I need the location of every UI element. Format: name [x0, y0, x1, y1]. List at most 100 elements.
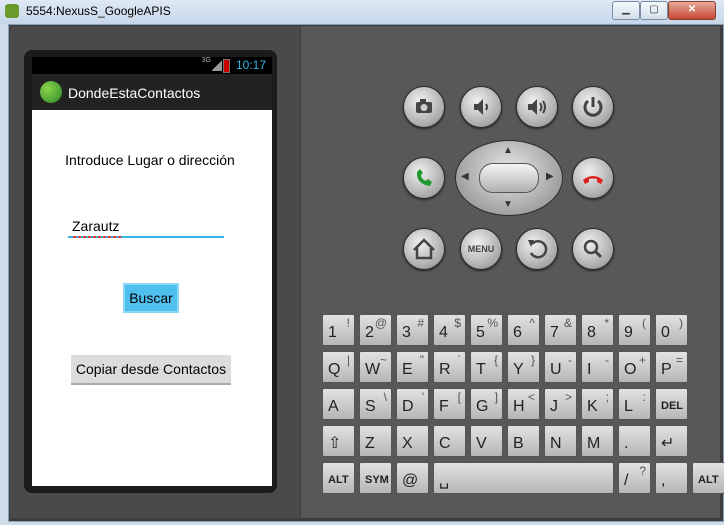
key-label: 0: [661, 324, 670, 341]
key-label: H: [513, 398, 525, 415]
search-icon[interactable]: [572, 228, 614, 270]
key-enter[interactable]: ↵: [655, 425, 688, 457]
key-b[interactable]: B: [507, 425, 540, 457]
key-w[interactable]: W ~: [359, 351, 392, 383]
key-j[interactable]: J >: [544, 388, 577, 420]
key-g[interactable]: G]: [470, 388, 503, 420]
maximize-button[interactable]: ▢: [640, 1, 668, 20]
key-label: F: [439, 398, 449, 415]
key-r[interactable]: R `: [433, 351, 466, 383]
key-m[interactable]: M: [581, 425, 614, 457]
key-label: L: [624, 398, 633, 415]
key-2[interactable]: 2 @: [359, 314, 392, 346]
key-v[interactable]: V: [470, 425, 503, 457]
close-button[interactable]: ✕: [668, 1, 716, 20]
key-label: I: [587, 361, 592, 378]
key-f[interactable]: F[: [433, 388, 466, 420]
key-l[interactable]: L:: [618, 388, 651, 420]
key-alt-label: ^: [529, 316, 535, 330]
key-p[interactable]: P =: [655, 351, 688, 383]
key-alt-label: |: [346, 353, 350, 367]
key-q[interactable]: Q |: [322, 351, 355, 383]
volume-down-icon[interactable]: [460, 86, 502, 128]
key-c[interactable]: C: [433, 425, 466, 457]
camera-icon[interactable]: [403, 86, 445, 128]
home-icon[interactable]: [403, 228, 445, 270]
key-8[interactable]: 8 *: [581, 314, 614, 346]
dpad-up-icon[interactable]: ▲: [503, 145, 513, 156]
key-alt-label: -: [568, 353, 572, 367]
power-icon[interactable]: [572, 86, 614, 128]
minimize-button[interactable]: ▁: [612, 1, 640, 20]
volume-up-icon[interactable]: [516, 86, 558, 128]
key-sym[interactable]: SYM: [359, 462, 392, 494]
call-icon[interactable]: [403, 157, 445, 199]
key-u[interactable]: U-: [544, 351, 577, 383]
key-1[interactable]: 1!: [322, 314, 355, 346]
key-/[interactable]: /?: [618, 462, 651, 494]
key-9[interactable]: 9(: [618, 314, 651, 346]
dpad-right-icon[interactable]: ▶: [546, 171, 554, 182]
key-x[interactable]: X: [396, 425, 429, 457]
key-label: A: [328, 398, 339, 415]
key-4[interactable]: 4 $: [433, 314, 466, 346]
key-alt-label: \: [383, 390, 387, 404]
status-clock: 10:17: [235, 58, 266, 72]
key-3[interactable]: 3 #: [396, 314, 429, 346]
key-5[interactable]: 5%: [470, 314, 503, 346]
key-z[interactable]: Z: [359, 425, 392, 457]
globe-icon: [40, 81, 62, 103]
location-input[interactable]: [68, 216, 224, 238]
key-s[interactable]: S \: [359, 388, 392, 420]
key-h[interactable]: H <: [507, 388, 540, 420]
key-d[interactable]: D ': [396, 388, 429, 420]
key-k[interactable]: K;: [581, 388, 614, 420]
key-label: 6: [513, 324, 522, 341]
key-alt[interactable]: ALT: [692, 462, 724, 494]
key-alt-label: ): [679, 316, 683, 330]
dpad-down-icon[interactable]: ▼: [503, 199, 513, 210]
key-shift[interactable]: ⇧: [322, 425, 355, 457]
key-6[interactable]: 6 ^: [507, 314, 540, 346]
key-n[interactable]: N: [544, 425, 577, 457]
app-screen: Introduce Lugar o dirección Buscar Copia…: [32, 110, 272, 486]
key-,[interactable]: ,: [655, 462, 688, 494]
key-0[interactable]: 0): [655, 314, 688, 346]
key-space[interactable]: ␣: [433, 462, 614, 494]
key-label: 9: [624, 324, 633, 341]
dpad-control[interactable]: ▲ ▼ ◀ ▶: [455, 140, 563, 216]
key-label: ALT: [698, 474, 719, 486]
key-alt-label: ": [419, 353, 424, 367]
key-.[interactable]: .: [618, 425, 651, 457]
copy-from-contacts-button[interactable]: Copiar desde Contactos: [71, 355, 231, 385]
menu-button[interactable]: MENU: [460, 228, 502, 270]
key-alt-label: >: [564, 390, 572, 404]
key-t[interactable]: T{: [470, 351, 503, 383]
key-7[interactable]: 7 &: [544, 314, 577, 346]
key-alt-label: &: [563, 316, 572, 330]
key-@[interactable]: @: [396, 462, 429, 494]
search-button[interactable]: Buscar: [123, 283, 179, 313]
key-label: 1: [328, 324, 337, 341]
key-label: Q: [328, 361, 341, 378]
key-label: ,: [661, 472, 666, 489]
dpad-center-button[interactable]: [479, 163, 539, 193]
key-a[interactable]: A: [322, 388, 355, 420]
key-label: .: [624, 435, 629, 452]
key-i[interactable]: I-: [581, 351, 614, 383]
end-call-icon[interactable]: [572, 157, 614, 199]
key-e[interactable]: E ": [396, 351, 429, 383]
key-alt[interactable]: ALT: [322, 462, 355, 494]
key-alt-label: ~: [379, 353, 387, 367]
dpad-left-icon[interactable]: ◀: [461, 171, 469, 182]
key-o[interactable]: O +: [618, 351, 651, 383]
network-label: 3G: [201, 57, 211, 64]
key-del[interactable]: DEL: [655, 388, 688, 420]
app-title: DondeEstaContactos: [68, 85, 201, 101]
key-alt-label: <: [527, 390, 535, 404]
key-label: 5: [476, 324, 485, 341]
status-bar: 3G 10:17: [32, 57, 272, 74]
back-icon[interactable]: [516, 228, 558, 270]
key-label: W: [365, 361, 381, 378]
key-y[interactable]: Y}: [507, 351, 540, 383]
